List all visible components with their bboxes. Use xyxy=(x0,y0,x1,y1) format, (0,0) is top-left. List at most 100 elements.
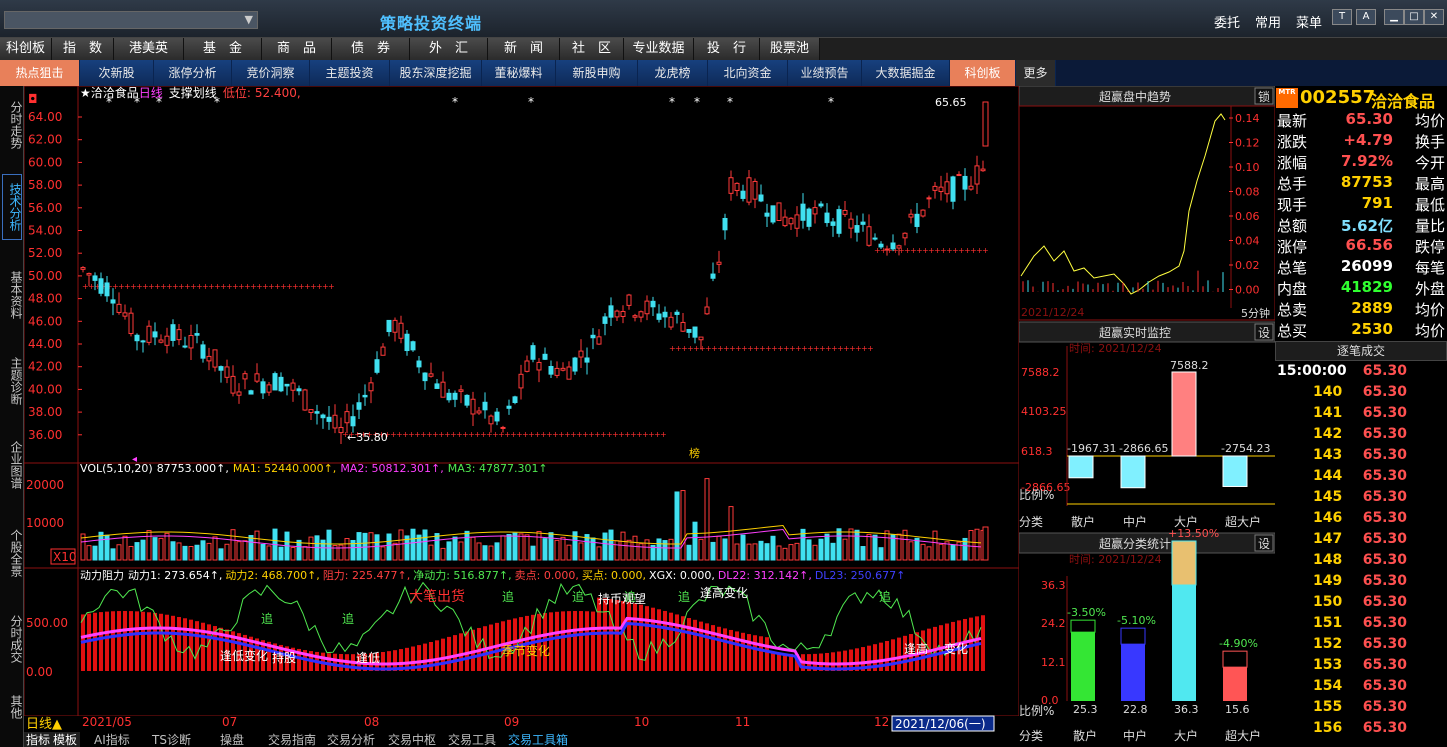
close-icon[interactable]: ✕ xyxy=(1424,9,1444,25)
menu-stock-pool[interactable]: 股票池 xyxy=(760,38,820,60)
tab-limit-up[interactable]: 涨停分析 xyxy=(154,60,232,86)
price-tick: 58.00 xyxy=(28,178,62,192)
date-label: 08 xyxy=(364,715,379,729)
candle xyxy=(98,278,104,294)
menu-forex[interactable]: 外 汇 xyxy=(410,38,488,60)
volume-bar xyxy=(554,539,560,561)
quote-value: 65.30 xyxy=(1345,110,1393,128)
bottom-tab[interactable]: 指标 xyxy=(26,732,50,747)
minimize-icon[interactable]: ▁ xyxy=(1384,9,1404,25)
volume-bar xyxy=(806,539,812,561)
maximize-icon[interactable]: □ xyxy=(1404,9,1424,25)
kline-chart[interactable]: ◘ ★洽洽食品日线 支撑划线 低位: 52.400, 64.00 62.00 60.00 5… xyxy=(24,86,1019,747)
tab-more[interactable]: 更多 xyxy=(1016,60,1056,86)
lock-icon[interactable]: 锁 xyxy=(1258,89,1270,104)
tab-hot-snipe[interactable]: 热点狙击 xyxy=(0,60,80,86)
common-link[interactable]: 常用 xyxy=(1255,12,1281,31)
volume-bar xyxy=(506,533,512,561)
volume-bar xyxy=(608,529,614,561)
volume-bar xyxy=(734,543,740,561)
menu-bond[interactable]: 债 券 xyxy=(332,38,410,60)
indicator-bar xyxy=(555,611,559,671)
svg-text:追: 追 xyxy=(261,611,273,626)
candle xyxy=(188,335,194,349)
volume-bar xyxy=(776,545,782,561)
menu-index[interactable]: 指 数 xyxy=(52,38,114,60)
volume-bar xyxy=(758,540,764,561)
menu-ib[interactable]: 投 行 xyxy=(694,38,760,60)
quote-value: 2530 xyxy=(1351,320,1393,338)
quote-key: 现手 xyxy=(1277,196,1308,214)
side-tab-other[interactable]: 其他 xyxy=(2,692,23,722)
side-tab-technical[interactable]: 技术分析 xyxy=(2,174,22,240)
tab-northbound[interactable]: 北向资金 xyxy=(708,60,788,86)
indicator-bar xyxy=(159,613,163,671)
indicator-bar xyxy=(627,602,631,671)
menu-community[interactable]: 社 区 xyxy=(560,38,624,60)
tab-holders[interactable]: 股东深度挖掘 xyxy=(390,60,482,86)
volume-bar xyxy=(614,540,620,561)
tab-auction[interactable]: 竞价洞察 xyxy=(232,60,310,86)
quote-row: 总额 5.62亿 量比 xyxy=(1275,215,1447,236)
tab-sub-new[interactable]: 次新股 xyxy=(80,60,154,86)
candle xyxy=(458,389,464,392)
indicator-bar xyxy=(147,612,151,671)
candle xyxy=(110,299,116,304)
menu-news[interactable]: 新 闻 xyxy=(488,38,560,60)
tab-star-market[interactable]: 科创板 xyxy=(950,60,1016,86)
price-tick: 64.00 xyxy=(28,110,62,124)
stats-bar xyxy=(1172,585,1196,701)
tick-time: 144 xyxy=(1313,468,1343,484)
candle xyxy=(860,221,866,225)
bottom-tab[interactable]: AI指标 xyxy=(94,732,130,747)
chevron-down-icon[interactable]: ▼ xyxy=(245,13,253,26)
bottom-tab[interactable]: 交易工具 xyxy=(448,732,496,747)
t-button[interactable]: T xyxy=(1332,9,1352,25)
quote-value: 41829 xyxy=(1340,278,1393,296)
stats-settings[interactable]: 设 xyxy=(1258,537,1270,551)
period-toggle[interactable]: 日线▲ xyxy=(26,717,62,732)
bottom-tab[interactable]: 操盘 xyxy=(220,732,244,747)
bottom-tab[interactable]: 交易分析 xyxy=(327,732,375,747)
quote-row: 涨幅 7.92% 今开 xyxy=(1275,152,1447,173)
menu-pro-data[interactable]: 专业数据 xyxy=(624,38,694,60)
menu-hk-us[interactable]: 港美英 xyxy=(114,38,184,60)
a-button[interactable]: A xyxy=(1356,9,1376,25)
candle xyxy=(512,396,518,404)
side-tab-panorama[interactable]: 个股全景 xyxy=(2,520,23,586)
tab-secretary[interactable]: 董秘爆料 xyxy=(482,60,556,86)
menu-commodity[interactable]: 商 品 xyxy=(262,38,332,60)
quote-key: 最新 xyxy=(1277,112,1308,130)
volume-bar xyxy=(470,536,476,561)
menu-star-market[interactable]: 科创板 xyxy=(0,38,52,60)
bottom-tab[interactable]: 交易指南 xyxy=(268,732,316,747)
menu-link[interactable]: 菜单 xyxy=(1296,12,1322,31)
tab-big-data[interactable]: 大数据掘金 xyxy=(862,60,950,86)
tab-ipo[interactable]: 新股申购 xyxy=(556,60,638,86)
side-tab-profile[interactable]: 基本资料 xyxy=(2,262,23,328)
side-tab-timeshare[interactable]: 分时走势 xyxy=(2,92,23,158)
tick-row: 148 65.30 xyxy=(1275,552,1447,573)
candle xyxy=(296,388,302,392)
side-tab-graph[interactable]: 企业图谱 xyxy=(2,432,23,498)
side-tab-diagnosis[interactable]: 主题诊断 xyxy=(2,348,23,414)
tab-dragon-tiger[interactable]: 龙虎榜 xyxy=(638,60,708,86)
tab-theme[interactable]: 主题投资 xyxy=(310,60,390,86)
tab-earnings[interactable]: 业绩预告 xyxy=(788,60,862,86)
quote-key2: 今开 xyxy=(1414,154,1445,172)
monitor-settings[interactable]: 设 xyxy=(1258,326,1270,340)
price-tick: 42.00 xyxy=(28,360,62,374)
menu-fund[interactable]: 基 金 xyxy=(184,38,262,60)
indicator-bar xyxy=(777,653,781,671)
stock-code-input[interactable]: ▼ xyxy=(4,11,258,29)
tick-row: 15:00:00 65.30 xyxy=(1275,363,1447,384)
bottom-tab[interactable]: 交易中枢 xyxy=(388,732,436,747)
side-tab-trades[interactable]: 分时成交 xyxy=(2,606,23,672)
entrust-link[interactable]: 委托 xyxy=(1214,12,1240,31)
bottom-tab[interactable]: 模板 xyxy=(53,733,77,747)
bottom-tab[interactable]: 交易工具箱 xyxy=(508,732,568,747)
bottom-tab[interactable]: TS诊断 xyxy=(151,732,191,747)
candle xyxy=(962,175,968,190)
volume-bar xyxy=(176,542,182,561)
candle xyxy=(982,101,989,147)
